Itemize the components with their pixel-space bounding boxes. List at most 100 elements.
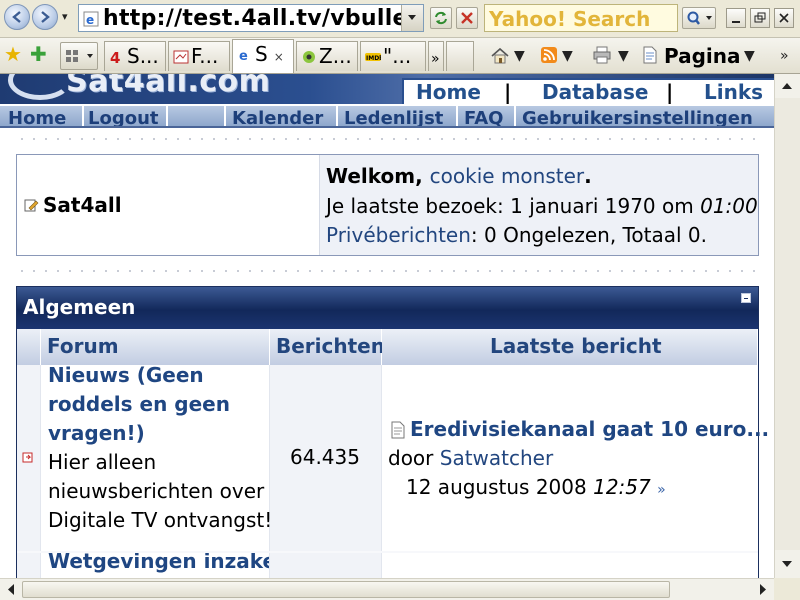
welcome-panel: Sat4all Welkom, cookie monster. Je laats… [16,154,759,256]
forward-button[interactable] [32,4,58,30]
last-post-author-link[interactable]: Satwatcher [440,446,553,470]
close-window-button[interactable] [774,8,794,28]
nav-calendar[interactable]: Kalender [232,108,323,126]
last-visit-text: Je laatste bezoek: 1 januari 1970 om [326,194,701,218]
nav-memberlist[interactable]: Ledenlijst [344,108,443,126]
feed-dropdown-icon[interactable]: ▼ [562,48,573,64]
scroll-right-icon[interactable] [752,579,774,600]
minimize-button[interactable] [726,8,746,28]
tab-favicon-icon [173,50,189,64]
dotted-divider [16,270,758,272]
nav-faq[interactable]: FAQ [464,108,503,126]
tab-overflow-label: » [431,51,440,67]
dotted-divider [16,138,758,140]
category-title[interactable]: Algemeen [23,295,135,319]
top-link-home[interactable]: Home [416,80,481,104]
last-post-author-line: door Satwatcher [388,446,553,470]
home-icon[interactable] [490,46,510,66]
tab-overflow-button[interactable]: » [428,41,444,71]
collapse-icon[interactable] [741,293,751,303]
stop-button[interactable] [456,7,478,29]
address-dropdown-button[interactable] [401,5,423,31]
forum-description: Hier alleen [48,450,157,474]
history-dropdown-icon[interactable]: ▾ [62,10,68,23]
back-button[interactable] [4,4,30,30]
home-dropdown-icon[interactable]: ▼ [514,48,525,64]
tab-close-icon[interactable]: × [274,50,284,64]
scroll-thumb[interactable] [22,581,670,598]
refresh-button[interactable] [430,7,452,29]
add-favorite-icon[interactable]: ✚ [30,44,47,64]
pm-line: Privéberichten: 0 Ongelezen, Totaal 0. [326,223,707,247]
top-link-separator: | [666,80,674,104]
search-button[interactable] [682,7,716,29]
forum-title-link[interactable]: Nieuws (Geen [48,361,204,390]
page-viewport: Sat4all.com Home | Database | Links Home… [0,74,774,578]
page-dropdown-icon[interactable]: ▼ [744,48,755,64]
tab-2[interactable]: F... [168,41,230,71]
column-label: Forum [47,334,119,358]
nav-user-settings[interactable]: Gebruikersinstellingen [522,108,753,126]
username-link[interactable]: cookie monster [430,164,584,188]
tab-4[interactable]: Z... [296,41,358,71]
last-post-title-link[interactable]: Eredivisiekanaal gaat 10 euro... [410,417,769,441]
top-link-links[interactable]: Links [704,80,763,104]
last-post-date: 12 augustus 2008 [406,475,587,499]
quick-tabs-button[interactable] [60,42,98,70]
forum-title-cell: Wetgevingen inzake [41,553,270,578]
goto-last-post-icon[interactable]: » [657,482,666,498]
site-name: Sat4all [43,193,122,217]
nav-home[interactable]: Home [8,108,66,126]
nav-separator [456,106,458,126]
toolbar-overflow-icon[interactable]: » [780,48,789,64]
nav-separator [166,106,168,126]
page-menu-button[interactable]: Pagina [664,42,741,70]
stop-icon [461,12,473,24]
feed-icon[interactable] [540,46,558,64]
tab-1[interactable]: 4 S... [104,41,166,71]
search-placeholder: Yahoo! Search [489,7,651,31]
horizontal-scrollbar[interactable] [0,578,774,600]
pm-status: : 0 Ongelezen, Totaal 0. [470,223,707,247]
welcome-line: Welkom, cookie monster. [326,164,592,188]
chevron-down-icon [408,15,416,20]
nav-separator [224,106,226,126]
forum-new-posts-icon [22,452,33,463]
favorites-star-icon[interactable]: ★ [4,44,22,64]
post-count: 64.435 [290,445,360,469]
tab-favicon-icon [303,51,315,63]
scrollbar-corner [774,578,800,600]
forum-title-link[interactable]: vragen!) [48,419,145,448]
site-navbar: Home Logout Kalender Ledenlijst FAQ Gebr… [0,104,774,128]
new-tab-button[interactable] [446,41,474,71]
tab-label: F... [191,44,219,68]
scroll-left-icon[interactable] [0,579,22,600]
top-link-database[interactable]: Database [542,80,648,104]
site-logo[interactable]: Sat4all.com [66,74,270,99]
address-bar[interactable]: e http://test.4all.tv/vbullet [78,4,424,32]
private-messages-link[interactable]: Privéberichten [326,223,471,247]
vertical-scrollbar[interactable] [774,74,800,578]
tab-5[interactable]: IMDb"... [360,41,426,71]
address-url: http://test.4all.tv/vbullet [103,6,419,31]
print-dropdown-icon[interactable]: ▼ [618,48,629,64]
forum-title-link[interactable]: roddels en geen [48,390,230,419]
scroll-up-icon[interactable] [775,74,800,98]
scroll-down-icon[interactable] [775,552,800,576]
forum-title-link[interactable]: Wetgevingen inzake [48,553,269,576]
scroll-track[interactable] [775,98,800,550]
tab-3-active[interactable]: e S × [232,39,294,73]
quick-tabs-icon [66,50,93,62]
greeting-suffix: . [584,164,592,188]
site-banner: Sat4all.com Home | Database | Links [0,74,774,104]
search-input[interactable]: Yahoo! Search [484,4,678,32]
nav-separator [336,106,338,126]
ie-page-icon: e [83,11,99,27]
print-icon[interactable] [592,46,612,64]
nav-logout[interactable]: Logout [88,108,159,126]
column-label: Laatste bericht [490,334,662,358]
restore-button[interactable] [750,8,770,28]
last-post-time: 12:57 [593,475,651,499]
forum-posts-cell [270,553,382,578]
last-post-date-line: 12 augustus 2008 12:57 » [406,475,666,499]
